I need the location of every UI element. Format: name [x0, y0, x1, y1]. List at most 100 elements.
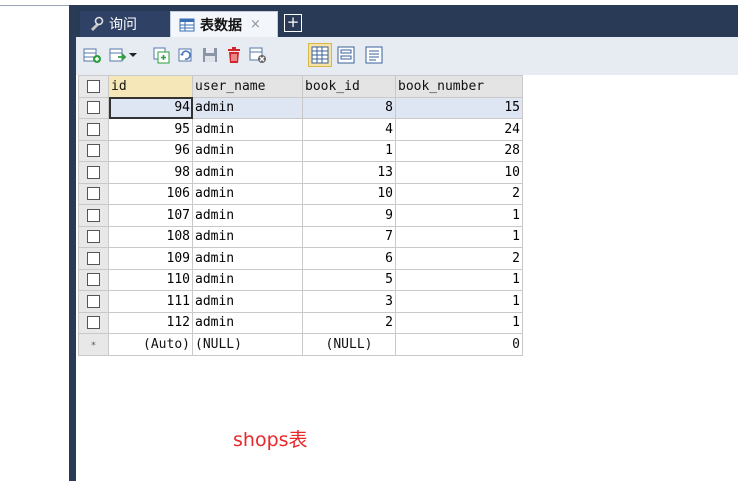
tab-query[interactable]: 询问 — [80, 11, 170, 37]
cell-id[interactable]: 110 — [108, 268, 193, 291]
cell-book-number[interactable]: 1 — [395, 290, 523, 313]
new-row[interactable]: * (Auto) (NULL) (NULL) 0 — [78, 333, 523, 356]
cell-book-id[interactable]: 2 — [302, 311, 396, 334]
row-checkbox[interactable] — [78, 225, 109, 248]
save-icon[interactable] — [200, 45, 220, 65]
row-checkbox[interactable] — [78, 96, 109, 119]
cell-id[interactable]: 106 — [108, 182, 193, 205]
cell-user-name[interactable]: admin — [192, 204, 303, 227]
table-row[interactable]: 98 admin 13 10 — [78, 161, 523, 184]
table-row[interactable]: 111 admin 3 1 — [78, 290, 523, 313]
cell-user-name[interactable]: admin — [192, 247, 303, 270]
row-checkbox[interactable] — [78, 290, 109, 313]
data-grid: id user_name book_id book_number 94 admi… — [76, 75, 738, 481]
cell-book-number[interactable]: 24 — [395, 118, 523, 141]
cell-id[interactable]: 109 — [108, 247, 193, 270]
cell-user-name[interactable]: admin — [192, 182, 303, 205]
column-header-user-name[interactable]: user_name — [192, 75, 303, 98]
table-row[interactable]: 112 admin 2 1 — [78, 311, 523, 334]
table-row[interactable]: 95 admin 4 24 — [78, 118, 523, 141]
cell-book-number[interactable]: 10 — [395, 161, 523, 184]
new-row-marker: * — [78, 333, 109, 356]
table-row[interactable]: 94 admin 8 15 — [78, 96, 523, 119]
row-checkbox[interactable] — [78, 182, 109, 205]
grid-body: 94 admin 8 15 95 admin 4 24 96 admin 1 2… — [78, 96, 523, 356]
caption-text: shops表 — [233, 429, 308, 451]
export-icon[interactable] — [108, 45, 128, 65]
cell-user-name[interactable]: admin — [192, 290, 303, 313]
insert-row-icon[interactable] — [82, 45, 102, 65]
row-checkbox[interactable] — [78, 247, 109, 270]
cell-user-name[interactable]: admin — [192, 96, 303, 119]
table-row[interactable]: 109 admin 6 2 — [78, 247, 523, 270]
add-tab-button[interactable]: + — [284, 14, 302, 32]
column-header-book-id[interactable]: book_id — [302, 75, 396, 98]
cell-book-number[interactable]: 2 — [395, 182, 523, 205]
chevron-down-icon[interactable] — [128, 45, 138, 65]
cell-user-name[interactable]: admin — [192, 161, 303, 184]
column-header-id[interactable]: id — [108, 75, 193, 98]
cell-book-number[interactable]: 15 — [395, 96, 523, 119]
grid-view-icon[interactable] — [308, 43, 332, 67]
cell-user-name[interactable]: admin — [192, 225, 303, 248]
cell-book-id[interactable]: 8 — [302, 96, 396, 119]
cell-book-id[interactable]: 13 — [302, 161, 396, 184]
cell-book-id[interactable]: 6 — [302, 247, 396, 270]
form-view-icon[interactable] — [336, 45, 356, 65]
toolbar — [76, 37, 738, 76]
cell-id[interactable]: 98 — [108, 161, 193, 184]
cell-user-name[interactable]: admin — [192, 268, 303, 291]
cell-id[interactable]: 111 — [108, 290, 193, 313]
column-header-book-number[interactable]: book_number — [395, 75, 523, 98]
table-row[interactable]: 107 admin 9 1 — [78, 204, 523, 227]
filter-icon[interactable] — [248, 45, 268, 65]
cell-book-id[interactable]: 1 — [302, 139, 396, 162]
cell-user-name[interactable]: admin — [192, 139, 303, 162]
new-cell-user-name[interactable]: (NULL) — [192, 333, 303, 356]
row-checkbox[interactable] — [78, 268, 109, 291]
cell-book-id[interactable]: 9 — [302, 204, 396, 227]
cell-book-number[interactable]: 1 — [395, 225, 523, 248]
cell-book-number[interactable]: 1 — [395, 311, 523, 334]
tab-table-data[interactable]: 表数据 × — [170, 11, 278, 37]
new-cell-book-number[interactable]: 0 — [395, 333, 523, 356]
close-icon[interactable]: × — [250, 17, 261, 32]
duplicate-icon[interactable] — [152, 45, 172, 65]
cell-book-number[interactable]: 28 — [395, 139, 523, 162]
cell-id[interactable]: 96 — [108, 139, 193, 162]
new-cell-id[interactable]: (Auto) — [108, 333, 193, 356]
table-row[interactable]: 106 admin 10 2 — [78, 182, 523, 205]
row-checkbox[interactable] — [78, 161, 109, 184]
cell-book-id[interactable]: 5 — [302, 268, 396, 291]
table-row[interactable]: 96 admin 1 28 — [78, 139, 523, 162]
text-view-icon[interactable] — [364, 45, 384, 65]
cell-book-number[interactable]: 2 — [395, 247, 523, 270]
select-all-checkbox[interactable] — [78, 75, 109, 98]
checkbox-icon — [87, 122, 100, 136]
cell-id[interactable]: 94 — [108, 96, 193, 119]
table-row[interactable]: 110 admin 5 1 — [78, 268, 523, 291]
cell-user-name[interactable]: admin — [192, 118, 303, 141]
cell-id[interactable]: 95 — [108, 118, 193, 141]
cell-id[interactable]: 107 — [108, 204, 193, 227]
checkbox-icon — [87, 273, 100, 287]
cell-id[interactable]: 112 — [108, 311, 193, 334]
cell-book-id[interactable]: 3 — [302, 290, 396, 313]
refresh-icon[interactable] — [176, 45, 196, 65]
cell-book-id[interactable]: 7 — [302, 225, 396, 248]
cell-book-number[interactable]: 1 — [395, 204, 523, 227]
cell-book-id[interactable]: 10 — [302, 182, 396, 205]
checkbox-icon — [87, 294, 100, 308]
row-checkbox[interactable] — [78, 139, 109, 162]
row-checkbox[interactable] — [78, 118, 109, 141]
delete-icon[interactable] — [224, 45, 244, 65]
row-checkbox[interactable] — [78, 204, 109, 227]
table-row[interactable]: 108 admin 7 1 — [78, 225, 523, 248]
cell-book-number[interactable]: 1 — [395, 268, 523, 291]
new-cell-book-id[interactable]: (NULL) — [302, 333, 396, 356]
checkbox-icon — [87, 208, 100, 222]
row-checkbox[interactable] — [78, 311, 109, 334]
cell-user-name[interactable]: admin — [192, 311, 303, 334]
cell-book-id[interactable]: 4 — [302, 118, 396, 141]
cell-id[interactable]: 108 — [108, 225, 193, 248]
